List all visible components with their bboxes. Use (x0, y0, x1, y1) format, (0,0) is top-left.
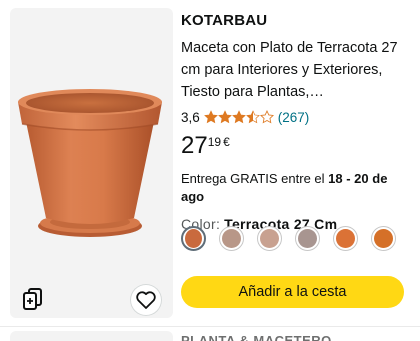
heart-icon (136, 291, 156, 309)
color-swatch-dot (336, 229, 355, 248)
delivery-prefix: Entrega GRATIS entre el (181, 171, 329, 186)
next-product-brand: PLANTA & MACETERO (181, 333, 332, 341)
color-swatch-dot (374, 229, 393, 248)
color-swatch[interactable] (333, 226, 358, 251)
star-full-icon (231, 110, 246, 124)
star-empty-icon (259, 110, 274, 124)
price-whole: 27 (181, 132, 208, 159)
color-swatch[interactable] (219, 226, 244, 251)
price-currency: € (223, 135, 230, 149)
rating-row[interactable]: 3,6 (267) (181, 107, 413, 127)
product-image-panel[interactable] (10, 8, 173, 318)
star-full-icon (203, 110, 218, 124)
add-to-cart-button[interactable]: Añadir a la cesta (181, 276, 404, 308)
star-full-icon (217, 110, 232, 124)
color-swatch-dot (185, 229, 202, 248)
terracotta-pot-image[interactable] (10, 78, 173, 253)
product-title[interactable]: Maceta con Plato de Terracota 27 cm para… (181, 37, 413, 103)
color-swatch[interactable] (295, 226, 320, 251)
rating-value: 3,6 (181, 109, 200, 125)
product-info: KOTARBAU Maceta con Plato de Terracota 2… (181, 12, 413, 232)
price: 27 19 € (181, 133, 413, 161)
star-rating[interactable] (203, 110, 274, 124)
next-product-image[interactable] (10, 331, 173, 341)
compare-button[interactable] (18, 284, 48, 314)
compare-icon (23, 288, 42, 310)
color-swatch-dot (222, 229, 241, 248)
product-brand: KOTARBAU (181, 12, 268, 29)
color-swatches (181, 226, 413, 252)
rating-count-link[interactable]: (267) (278, 110, 310, 125)
price-fraction: 19 (207, 135, 222, 149)
color-swatch[interactable] (257, 226, 282, 251)
product-card[interactable]: KOTARBAU Maceta con Plato de Terracota 2… (0, 0, 420, 324)
delivery-info: Entrega GRATIS entre el 18 - 20 de ago (181, 170, 413, 206)
wishlist-button[interactable] (130, 284, 162, 316)
color-swatch-dot (260, 229, 279, 248)
color-swatch[interactable] (371, 226, 396, 251)
color-swatch-dot (298, 229, 317, 248)
color-swatch[interactable] (181, 226, 206, 251)
next-product-card[interactable]: PLANTA & MACETERO (0, 326, 420, 341)
star-half-icon (245, 110, 260, 124)
